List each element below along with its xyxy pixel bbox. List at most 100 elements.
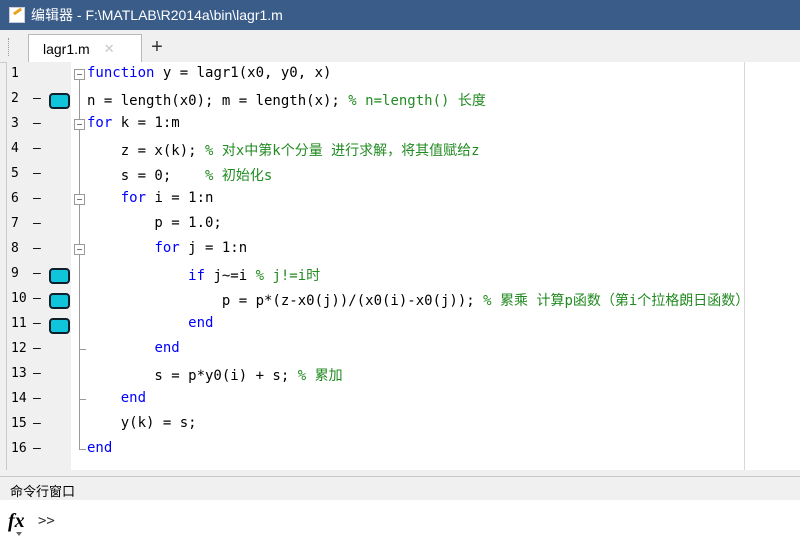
code-text[interactable]: p = 1.0; <box>87 215 222 231</box>
comment-token: % 累加 <box>297 368 343 384</box>
line-number: 2 <box>11 91 19 106</box>
fold-end-marker <box>79 399 86 400</box>
breakpoint-available-marker[interactable]: — <box>33 116 41 131</box>
breakpoint-icon[interactable] <box>49 268 70 284</box>
close-tab-icon[interactable]: ✕ <box>104 41 115 57</box>
breakpoint-available-marker[interactable]: — <box>33 416 41 431</box>
code-token: y = lagr1(x0, y0, x) <box>154 65 332 81</box>
code-line[interactable]: 2 — n = length(x0); m = length(x); % n=len… <box>7 87 800 112</box>
keyword-token: for <box>87 115 113 131</box>
comment-token: % j!=i时 <box>255 268 321 284</box>
breakpoint-available-marker[interactable]: — <box>33 266 41 281</box>
breakpoint-available-marker[interactable]: — <box>33 291 41 306</box>
keyword-token: end <box>87 440 113 456</box>
keyword-token: for <box>120 190 147 206</box>
breakpoint-available-marker[interactable]: — <box>33 91 41 106</box>
code-line[interactable]: 12 — end <box>7 337 800 362</box>
breakpoint-available-marker[interactable]: — <box>33 216 41 231</box>
code-text[interactable]: p = p*(z-x0(j))/(x0(i)-x0(j)); % 累乘 计算p函… <box>87 290 749 310</box>
fold-end-marker <box>79 449 86 450</box>
code-editor[interactable]: 1 function y = lagr1(x0, y0, x) 2 — n = leng… <box>6 62 800 470</box>
code-text[interactable]: for k = 1:m <box>87 115 180 131</box>
code-line[interactable]: 8 — for j = 1:n <box>7 237 800 262</box>
code-token: k = 1:m <box>112 115 180 131</box>
code-line[interactable]: 1 function y = lagr1(x0, y0, x) <box>7 62 800 87</box>
breakpoint-icon[interactable] <box>49 293 70 309</box>
comment-token: % n=length() 长度 <box>348 93 486 109</box>
code-line[interactable]: 6 — for i = 1:n <box>7 187 800 212</box>
code-text[interactable]: s = p*y0(i) + s; % 累加 <box>87 365 343 385</box>
breakpoint-available-marker[interactable]: — <box>33 366 41 381</box>
add-tab-button[interactable]: + <box>146 36 168 58</box>
keyword-token: function <box>87 65 155 81</box>
code-line[interactable]: 15 — y(k) = s; <box>7 412 800 437</box>
keyword-token: end <box>188 315 214 331</box>
line-number: 15 <box>11 416 27 431</box>
code-line[interactable]: 11 — end <box>7 312 800 337</box>
line-number: 3 <box>11 116 19 131</box>
comment-token: % 对x中第k个分量 进行求解，将其值赋给z <box>205 143 480 159</box>
code-text[interactable]: for j = 1:n <box>87 240 247 256</box>
tab-label: lagr1.m <box>43 41 90 57</box>
window-title: 编辑器 - F:\MATLAB\R2014a\bin\lagr1.m <box>31 7 283 23</box>
breakpoint-available-marker[interactable]: — <box>33 141 41 156</box>
code-line[interactable]: 7 — p = 1.0; <box>7 212 800 237</box>
line-number: 12 <box>11 341 27 356</box>
comment-token: % 初始化s <box>205 168 273 184</box>
keyword-token: end <box>154 340 180 356</box>
code-text[interactable]: end <box>87 315 213 331</box>
code-text[interactable]: end <box>87 390 146 406</box>
breakpoint-icon[interactable] <box>49 93 70 109</box>
breakpoint-available-marker[interactable]: — <box>33 166 41 181</box>
fold-toggle-icon[interactable] <box>74 119 85 130</box>
fold-end-marker <box>79 349 86 350</box>
code-text[interactable]: function y = lagr1(x0, y0, x) <box>87 65 331 81</box>
command-prompt[interactable]: >> <box>38 513 55 529</box>
function-browser-icon[interactable]: fx <box>8 510 25 533</box>
code-line[interactable]: 13 — s = p*y0(i) + s; % 累加 <box>7 362 800 387</box>
code-text[interactable]: y(k) = s; <box>87 415 197 431</box>
code-line[interactable]: 9 — if j~=i % j!=i时 <box>7 262 800 287</box>
tab-bar: lagr1.m ✕ + <box>0 30 800 63</box>
code-text[interactable]: end <box>87 440 112 456</box>
line-number: 14 <box>11 391 27 406</box>
line-number: 10 <box>11 291 27 306</box>
code-token: y(k) = s; <box>87 415 197 431</box>
fold-toggle-icon[interactable] <box>74 194 85 205</box>
code-text[interactable]: n = length(x0); m = length(x); % n=lengt… <box>87 90 486 110</box>
command-window-title: 命令行窗口 <box>10 484 76 499</box>
tab-bar-grip[interactable] <box>8 38 11 56</box>
tab-lagr1[interactable]: lagr1.m ✕ <box>28 34 142 63</box>
code-line[interactable]: 3 — for k = 1:m <box>7 112 800 137</box>
breakpoint-available-marker[interactable]: — <box>33 316 41 331</box>
code-token: p = 1.0; <box>87 215 222 231</box>
breakpoint-available-marker[interactable]: — <box>33 391 41 406</box>
breakpoint-available-marker[interactable]: — <box>33 191 41 206</box>
line-number: 4 <box>11 141 19 156</box>
command-window-header: 命令行窗口 <box>0 476 800 502</box>
breakpoint-available-marker[interactable]: — <box>33 341 41 356</box>
code-text[interactable]: if j~=i % j!=i时 <box>87 265 320 285</box>
fold-toggle-icon[interactable] <box>74 244 85 255</box>
editor-title-bar: 编辑器 - F:\MATLAB\R2014a\bin\lagr1.m <box>0 0 800 30</box>
breakpoint-available-marker[interactable]: — <box>33 441 41 456</box>
line-number: 11 <box>11 316 27 331</box>
code-text[interactable]: end <box>87 340 180 356</box>
breakpoint-icon[interactable] <box>49 318 70 334</box>
code-line[interactable]: 10 — p = p*(z-x0(j))/(x0(i)-x0(j)); % 累乘 … <box>7 287 800 312</box>
code-text[interactable]: s = 0; % 初始化s <box>87 165 273 185</box>
code-line[interactable]: 5 — s = 0; % 初始化s <box>7 162 800 187</box>
fold-toggle-icon[interactable] <box>74 69 85 80</box>
code-line[interactable]: 14 — end <box>7 387 800 412</box>
code-text[interactable]: z = x(k); % 对x中第k个分量 进行求解，将其值赋给z <box>87 140 480 160</box>
code-line[interactable]: 4 — z = x(k); % 对x中第k个分量 进行求解，将其值赋给z <box>7 137 800 162</box>
breakpoint-available-marker[interactable]: — <box>33 241 41 256</box>
code-text[interactable]: for i = 1:n <box>87 190 214 206</box>
command-window[interactable]: fx >> <box>0 500 800 544</box>
code-line[interactable]: 16 — end <box>7 437 800 462</box>
function-browser-dropdown-icon[interactable] <box>16 532 22 536</box>
code-token: z = x(k); <box>87 143 206 159</box>
